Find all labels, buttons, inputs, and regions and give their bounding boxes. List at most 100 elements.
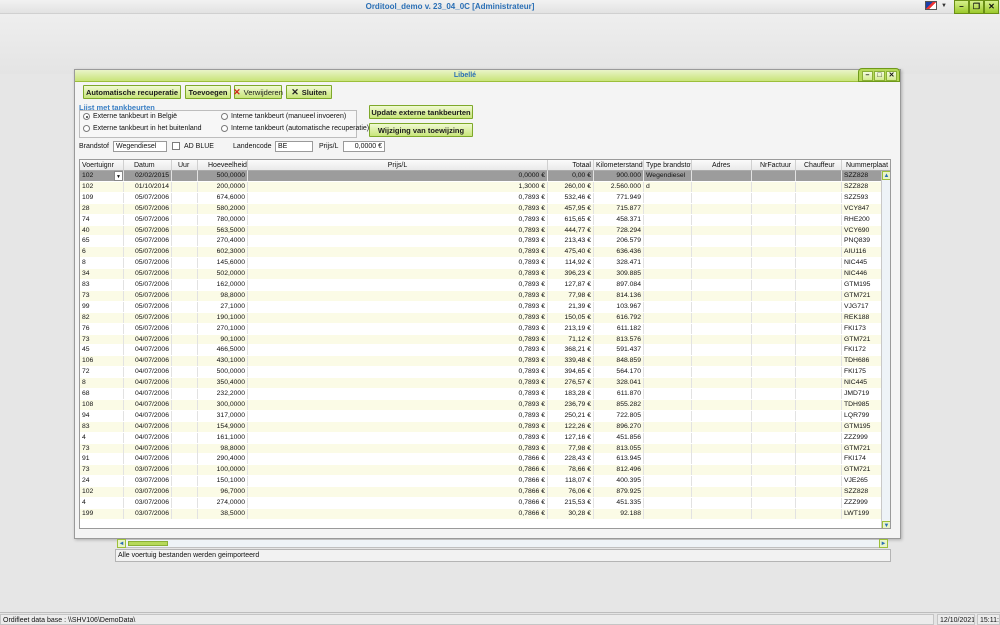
window-maximize-icon[interactable]: □ xyxy=(874,71,885,81)
cell-empty xyxy=(752,181,796,192)
add-button[interactable]: Toevoegen xyxy=(185,85,231,99)
radio-intern-manueel[interactable]: Interne tankbeurt (manueel invoeren) xyxy=(221,113,346,120)
restore-icon[interactable]: ❐ xyxy=(969,0,984,14)
window-minimize-icon[interactable]: – xyxy=(862,71,873,81)
table-row[interactable]: 4 04/07/2006 161,1000 0,7893 €127,16 €451.8… xyxy=(80,432,890,443)
table-row[interactable]: 199 03/07/2006 38,5000 0,7866 €30,28 €92.18… xyxy=(80,508,890,519)
scroll-down-icon[interactable]: ▼ xyxy=(882,521,890,528)
cell-nummerplaat: VJG717 xyxy=(842,301,882,312)
scroll-left-icon[interactable]: ◄ xyxy=(117,539,126,548)
cell-type-brandstof xyxy=(644,236,692,247)
cell-kilometerstand: 879.925 xyxy=(594,487,644,498)
window-title-bar: Libellé xyxy=(75,70,900,82)
col-hoeveelheid[interactable]: Hoeveelheid xyxy=(198,160,248,171)
minimize-icon[interactable]: – xyxy=(954,0,969,14)
cell-totaal: 127,16 € xyxy=(548,432,594,443)
cell-hoeveelheid: 270,1000 xyxy=(198,323,248,334)
cell-voertuignr: 82 xyxy=(80,312,124,323)
grid-horizontal-scrollbar[interactable]: ◄ ► xyxy=(117,539,888,548)
grid-vertical-scrollbar[interactable]: ▲ ▼ xyxy=(881,171,890,528)
table-row[interactable]: 8 05/07/2006 145,6000 0,7893 €114,92 €328.4… xyxy=(80,258,890,269)
cell-type-brandstof xyxy=(644,476,692,487)
adblue-checkbox[interactable] xyxy=(172,142,180,150)
table-row[interactable]: 8 04/07/2006 350,4000 0,7893 €276,57 €328.0… xyxy=(80,378,890,389)
window-title: Libellé xyxy=(453,72,477,79)
col-chauffeur[interactable]: Chauffeur xyxy=(796,160,842,171)
table-row[interactable]: 40 05/07/2006 563,5000 0,7893 €444,77 €728.… xyxy=(80,225,890,236)
cell-totaal: 213,19 € xyxy=(548,323,594,334)
table-row[interactable]: 76 05/07/2006 270,1000 0,7893 €213,19 €611.… xyxy=(80,323,890,334)
table-row[interactable]: 34 05/07/2006 502,0000 0,7893 €396,23 €309.… xyxy=(80,269,890,280)
scroll-thumb[interactable] xyxy=(128,541,168,546)
cell-totaal: 250,21 € xyxy=(548,410,594,421)
table-row[interactable]: 73 04/07/2006 98,8000 0,7893 €77,98 €813.05… xyxy=(80,443,890,454)
radio-extern-buitenland[interactable]: Externe tankbeurt in het buitenland xyxy=(83,125,202,132)
table-row[interactable]: 65 05/07/2006 270,4000 0,7893 €213,43 €206.… xyxy=(80,236,890,247)
row-dropdown-icon[interactable]: ▼ xyxy=(114,171,123,181)
col-voertuignr[interactable]: Voertuignr xyxy=(80,160,124,171)
table-row[interactable]: 91 04/07/2006 290,4000 0,7866 €228,43 €613.… xyxy=(80,454,890,465)
cell-kilometerstand: 206.579 xyxy=(594,236,644,247)
cell-voertuignr: 83 xyxy=(80,280,124,290)
cell-datum: 05/07/2006 xyxy=(124,225,172,236)
table-row[interactable]: 108 04/07/2006 300,0000 0,7893 €236,79 €855… xyxy=(80,399,890,410)
table-row[interactable]: 73 04/07/2006 90,1000 0,7893 €71,12 €813.57… xyxy=(80,334,890,345)
cell-type-brandstof xyxy=(644,389,692,399)
window-close-icon[interactable]: ✕ xyxy=(886,71,897,81)
change-assignment-button[interactable]: Wijziging van toewijzing xyxy=(369,123,473,137)
col-nummerplaat[interactable]: Nummerplaat xyxy=(842,160,890,171)
col-adres[interactable]: Adres xyxy=(692,160,752,171)
cell-kilometerstand: 814.136 xyxy=(594,290,644,301)
adblue-label: AD BLUE xyxy=(184,143,214,150)
radio-intern-automatisch[interactable]: Interne tankbeurt (automatische recupera… xyxy=(221,125,369,132)
table-row[interactable]: 102 02/02/2015 500,0000 0,0000 €0,00 €900.0… xyxy=(80,171,890,181)
table-row[interactable]: 94 04/07/2006 317,0000 0,7893 €250,21 €722.… xyxy=(80,410,890,421)
col-nrfactuur[interactable]: NrFactuur xyxy=(752,160,796,171)
landencode-field[interactable]: BE xyxy=(275,141,313,152)
table-row[interactable]: 83 04/07/2006 154,9000 0,7893 €122,26 €896.… xyxy=(80,421,890,432)
update-external-button[interactable]: Update externe tankbeurten xyxy=(369,105,473,119)
col-prijs[interactable]: Prijs/L xyxy=(248,160,548,171)
col-uur[interactable]: Uur xyxy=(172,160,198,171)
table-row[interactable]: 102 03/07/2006 96,7000 0,7866 €76,06 €879.9… xyxy=(80,487,890,498)
col-type-brandstof[interactable]: Type brandstof xyxy=(644,160,692,171)
table-row[interactable]: 68 04/07/2006 232,2000 0,7893 €183,28 €611.… xyxy=(80,389,890,399)
scroll-up-icon[interactable]: ▲ xyxy=(882,171,890,180)
cell-datum: 05/07/2006 xyxy=(124,312,172,323)
table-row[interactable]: 82 05/07/2006 190,1000 0,7893 €150,05 €616.… xyxy=(80,312,890,323)
cell-uur xyxy=(172,225,198,236)
language-dropdown-icon[interactable]: ▼ xyxy=(941,3,947,9)
cell-prijs: 0,7893 € xyxy=(248,225,548,236)
table-row[interactable]: 45 04/07/2006 466,5000 0,7893 €368,21 €591.… xyxy=(80,345,890,356)
table-row[interactable]: 109 05/07/2006 674,6000 0,7893 €532,46 €771… xyxy=(80,192,890,203)
cell-totaal: 276,57 € xyxy=(548,378,594,389)
brandstof-field[interactable]: Wegendiesel xyxy=(113,141,167,152)
col-datum[interactable]: Datum xyxy=(124,160,172,171)
scroll-right-icon[interactable]: ► xyxy=(879,539,888,548)
table-row[interactable]: 4 03/07/2006 274,0000 0,7866 €215,53 €451.3… xyxy=(80,498,890,508)
table-row[interactable]: 83 05/07/2006 162,0000 0,7893 €127,87 €897.… xyxy=(80,280,890,290)
table-row[interactable]: 72 04/07/2006 500,0000 0,7893 €394,65 €564.… xyxy=(80,367,890,378)
auto-recuperatie-button[interactable]: Automatische recuperatie xyxy=(83,85,181,99)
prijs-field[interactable]: 0,0000 € xyxy=(343,141,385,152)
delete-button[interactable]: ✕ Verwijderen xyxy=(233,85,283,99)
table-row[interactable]: 73 05/07/2006 98,8000 0,7893 €77,98 €814.13… xyxy=(80,290,890,301)
close-button[interactable]: ✕ Sluiten xyxy=(286,85,332,99)
table-row[interactable]: 102 01/10/2014 200,0000 1,3000 €260,00 €2.5… xyxy=(80,181,890,192)
prijs-label: Prijs/L xyxy=(319,143,339,150)
table-row[interactable]: 24 03/07/2006 150,1000 0,7866 €118,07 €400.… xyxy=(80,476,890,487)
table-row[interactable]: 106 04/07/2006 430,1000 0,7893 €339,48 €848… xyxy=(80,356,890,367)
table-row[interactable]: 28 05/07/2006 580,2000 0,7893 €457,95 €715.… xyxy=(80,203,890,214)
language-flag-icon[interactable] xyxy=(925,1,937,10)
table-row[interactable]: 99 05/07/2006 27,1000 0,7893 €21,39 €103.96… xyxy=(80,301,890,312)
cell-voertuignr: 45 xyxy=(80,345,124,356)
table-row[interactable]: 6 05/07/2006 602,3000 0,7893 €475,40 €636.4… xyxy=(80,247,890,258)
col-kilometerstand[interactable]: Kilometerstand xyxy=(594,160,644,171)
radio-extern-belgie[interactable]: Externe tankbeurt in België xyxy=(83,113,177,120)
cell-type-brandstof xyxy=(644,345,692,356)
col-totaal[interactable]: Totaal xyxy=(548,160,594,171)
table-row[interactable]: 74 05/07/2006 780,0000 0,7893 €615,65 €458.… xyxy=(80,214,890,225)
cell-totaal: 396,23 € xyxy=(548,269,594,280)
table-row[interactable]: 73 03/07/2006 100,0000 0,7866 €78,66 €812.4… xyxy=(80,465,890,476)
close-icon[interactable]: ✕ xyxy=(984,0,999,14)
